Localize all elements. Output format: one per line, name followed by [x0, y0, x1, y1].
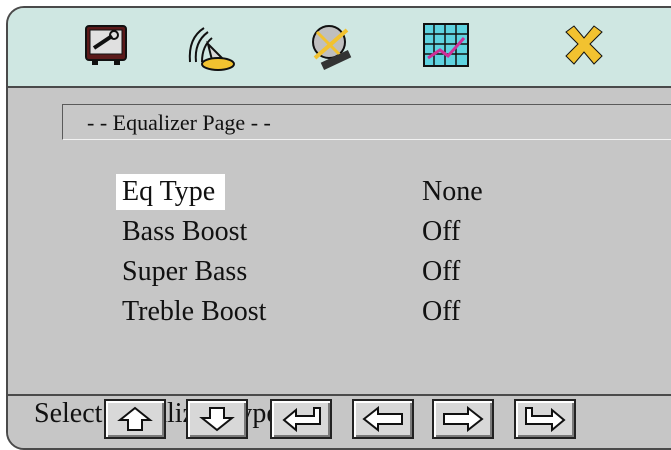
menu-item-bass-boost[interactable]: Bass Boost	[116, 214, 257, 250]
right-arrow-button[interactable]	[432, 399, 494, 439]
menu-item-eq-type[interactable]: Eq Type	[116, 174, 226, 210]
menu-value-treble-boost[interactable]: Off	[422, 294, 460, 330]
video-setup-icon[interactable]	[303, 18, 359, 74]
page-title: - - Equalizer Page - -	[62, 104, 671, 140]
system-setup-icon[interactable]	[78, 18, 134, 74]
menu-value-super-bass[interactable]: Off	[422, 254, 460, 290]
menu-value-eq-type[interactable]: None	[422, 174, 483, 210]
menu-item-super-bass[interactable]: Super Bass	[116, 254, 257, 290]
osd-window: - - Equalizer Page - - Eq Type None Bass…	[6, 6, 671, 450]
down-arrow-icon	[199, 407, 235, 432]
enter-icon	[282, 407, 321, 432]
menu-value-bass-boost[interactable]: Off	[422, 214, 460, 250]
setup-toolbar	[8, 8, 671, 88]
enter-button[interactable]	[270, 399, 332, 439]
up-arrow-button[interactable]	[104, 399, 166, 439]
equalizer-icon[interactable]	[418, 18, 474, 74]
down-arrow-button[interactable]	[186, 399, 248, 439]
menu-item-treble-boost[interactable]: Treble Boost	[116, 294, 276, 330]
up-arrow-icon	[117, 406, 153, 431]
return-button[interactable]	[514, 399, 576, 439]
right-arrow-icon	[443, 406, 484, 432]
audio-setup-icon[interactable]	[182, 18, 238, 74]
left-arrow-button[interactable]	[352, 399, 414, 439]
exit-icon[interactable]	[556, 18, 612, 74]
left-arrow-icon	[362, 406, 403, 432]
return-icon	[525, 407, 566, 432]
